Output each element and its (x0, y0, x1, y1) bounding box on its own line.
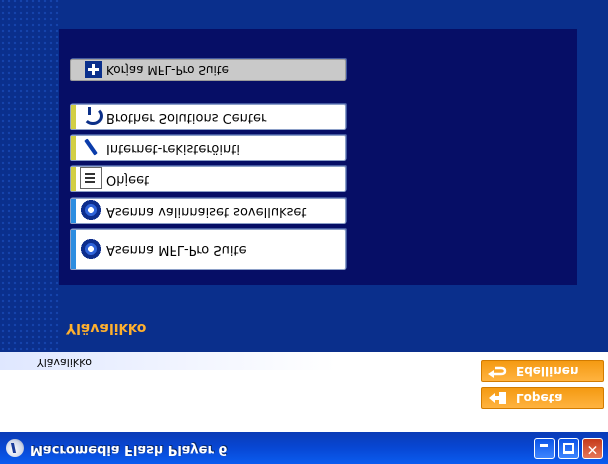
menu-stripe (71, 136, 76, 160)
back-button[interactable]: Edellinen (481, 360, 604, 382)
menu-item-label: Internet-rekisteröinti (106, 141, 240, 156)
menu-stripe (71, 167, 76, 191)
menu-stripe (71, 230, 76, 269)
close-button[interactable]: ✕ (582, 438, 603, 459)
window-title: Macromedia Flash Player 6 (30, 442, 228, 457)
menu-stripe (71, 105, 76, 129)
caption-text: Ylävalikko (37, 356, 92, 369)
page-heading: Ylävalikko (66, 320, 147, 336)
menu-item-install-optional[interactable]: Asenna valinnaiset sovellukset (70, 198, 346, 224)
menu-item-solutions-center[interactable]: Brother Solutions Center (70, 104, 346, 130)
plus-icon (85, 61, 102, 78)
back-label: Edellinen (516, 364, 579, 378)
menu-item-repair[interactable]: Korjaa MFL-Pro Suite (70, 59, 346, 81)
title-bar: Macromedia Flash Player 6 ✕ (0, 431, 608, 464)
maximize-icon (563, 443, 574, 454)
caption-strip: Ylävalikko (0, 352, 480, 370)
close-icon: ✕ (586, 441, 599, 457)
document-icon (80, 167, 102, 189)
maximize-button[interactable] (558, 438, 579, 459)
menu-item-label: Ohjeet (106, 172, 150, 187)
menu-item-label: Asenna MFL-Pro Suite (106, 242, 247, 257)
menu-item-label: Brother Solutions Center (106, 110, 267, 125)
minimize-icon (540, 444, 548, 447)
exit-door-icon (489, 392, 506, 404)
menu-item-manuals[interactable]: Ohjeet (70, 166, 346, 192)
dotted-pattern (0, 0, 60, 352)
menu-item-registration[interactable]: Internet-rekisteröinti (70, 135, 346, 161)
menu-item-label: Korjaa MFL-Pro Suite (106, 63, 229, 77)
menu-item-install-mfl-pro[interactable]: Asenna MFL-Pro Suite (70, 229, 346, 270)
back-arrow-icon (488, 366, 507, 378)
cd-icon (80, 238, 102, 260)
cd-icon (80, 199, 102, 221)
menu-item-label: Asenna valinnaiset sovellukset (106, 204, 307, 219)
quit-button[interactable]: Lopeta (481, 387, 604, 409)
menu-stripe (71, 199, 76, 223)
flash-player-icon (6, 439, 24, 457)
phone-icon (80, 105, 102, 127)
quit-label: Lopeta (516, 391, 563, 405)
minimize-button[interactable] (534, 438, 555, 459)
pen-icon (80, 136, 102, 158)
